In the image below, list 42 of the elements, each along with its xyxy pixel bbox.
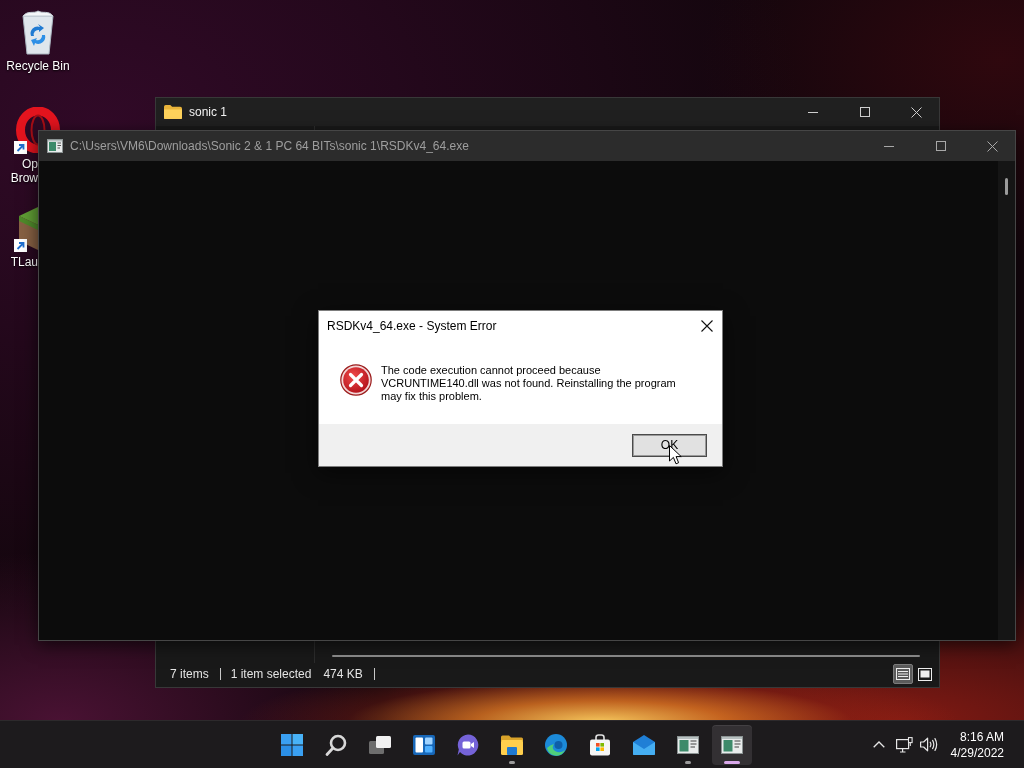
list-lines-icon (896, 668, 910, 680)
dialog-title: RSDKv4_64.exe - System Error (327, 319, 497, 333)
desktop-icon-label[interactable]: Op (22, 157, 38, 171)
ring-icon[interactable] (15, 107, 61, 153)
maximize-icon[interactable] (935, 141, 946, 151)
window-title: sonic 1 (189, 105, 228, 119)
minimize-icon[interactable] (883, 145, 894, 147)
close-icon[interactable] (987, 140, 998, 152)
desktop-icon-label[interactable]: TLau (10, 255, 38, 269)
error-icon (340, 364, 372, 396)
shopping-bag-icon (588, 732, 612, 757)
panels-icon (412, 732, 436, 757)
status-item-count: 7 items (170, 667, 209, 681)
tiles-icon (280, 732, 304, 757)
grass-block-icon[interactable] (18, 205, 38, 251)
status-selection: 1 item selected (230, 667, 312, 681)
desktop-icon-label[interactable]: Brow (10, 171, 38, 185)
search-icon (324, 732, 348, 757)
minimize-icon[interactable] (807, 111, 818, 113)
clock-time[interactable]: 8:16 AM (959, 728, 1004, 745)
video-bubble-icon (456, 732, 480, 757)
ok-button[interactable]: OK (632, 433, 707, 457)
status-size: 474 KB (323, 667, 363, 681)
close-icon[interactable] (701, 320, 713, 332)
speaker-icon[interactable] (920, 737, 939, 752)
network-monitor-icon[interactable] (895, 736, 913, 753)
swirl-icon (544, 732, 568, 757)
scrollbar-track[interactable] (998, 161, 1015, 640)
details-view-button[interactable] (893, 664, 913, 684)
square-frame-icon (918, 667, 932, 681)
horizontal-scrollbar[interactable] (332, 655, 920, 657)
envelope-icon (632, 732, 656, 757)
chevron-up-icon[interactable] (873, 741, 886, 748)
app-window-button[interactable] (712, 724, 752, 765)
error-message: The code execution cannot proceed because VCRUNTIME140.dll was not found. Reinstalling the program may fix this problem. (381, 364, 677, 403)
folder-icon (164, 104, 182, 120)
scrollbar-thumb[interactable] (1005, 178, 1008, 195)
window-title: C:\Users\VM6\Downloads\Sonic 2 & 1 PC 64 BITs\sonic 1\RSDKv4_64.exe (70, 139, 469, 153)
app-window-icon (47, 139, 63, 153)
clock-date[interactable]: 4/29/2022 (950, 744, 1004, 761)
desktop-icon-label[interactable]: Recycle Bin (6, 59, 70, 73)
maximize-icon[interactable] (859, 107, 870, 117)
